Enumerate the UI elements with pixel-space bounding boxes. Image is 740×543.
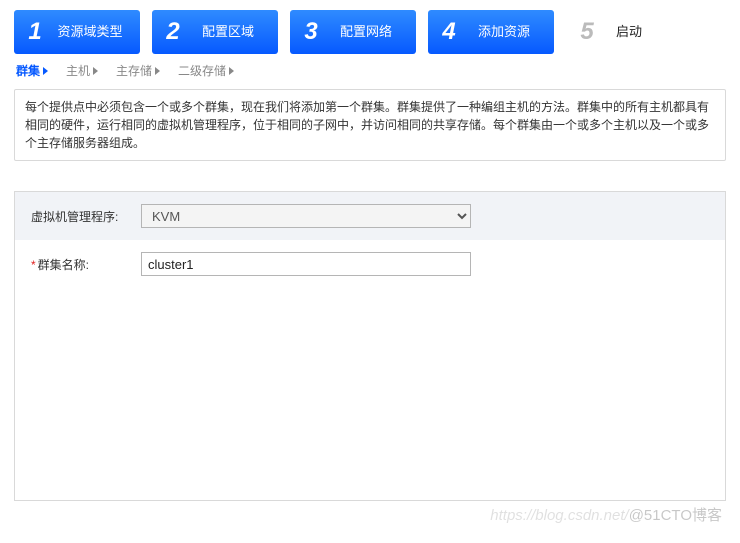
subtab-label: 主存储 [116, 62, 152, 79]
step-number: 5 [572, 18, 602, 46]
step-number: 1 [20, 18, 50, 46]
step-label: 配置区域 [188, 25, 268, 40]
label-text: 群集名称: [38, 258, 89, 272]
input-cluster-name[interactable] [141, 252, 471, 276]
subtab-cluster[interactable]: 群集 [16, 62, 48, 79]
step-add-resource[interactable]: 4 添加资源 [428, 10, 554, 54]
chevron-right-icon [93, 67, 98, 75]
subtab-label: 二级存储 [178, 62, 226, 79]
row-cluster-name: *群集名称: [15, 240, 725, 288]
cluster-form: 虚拟机管理程序: KVM *群集名称: [14, 191, 726, 501]
required-mark: * [31, 258, 36, 272]
step-label: 启动 [616, 25, 642, 40]
watermark: https://blog.csdn.net/@51CTO博客 [490, 504, 722, 525]
chevron-right-icon [43, 67, 48, 75]
subtab-host[interactable]: 主机 [66, 62, 98, 79]
step-number: 2 [158, 18, 188, 46]
info-description: 每个提供点中必须包含一个或多个群集，现在我们将添加第一个群集。群集提供了一种编组… [14, 89, 726, 161]
subtab-label: 主机 [66, 62, 90, 79]
row-hypervisor: 虚拟机管理程序: KVM [15, 192, 725, 240]
label-cluster-name: *群集名称: [31, 256, 141, 273]
step-label: 添加资源 [464, 25, 544, 40]
chevron-right-icon [155, 67, 160, 75]
step-configure-network[interactable]: 3 配置网络 [290, 10, 416, 54]
subtab-primary-storage[interactable]: 主存储 [116, 62, 160, 79]
subtab-label: 群集 [16, 62, 40, 79]
watermark-brand: @51CTO博客 [629, 507, 722, 524]
label-hypervisor: 虚拟机管理程序: [31, 208, 141, 225]
step-configure-zone[interactable]: 2 配置区域 [152, 10, 278, 54]
chevron-right-icon [229, 67, 234, 75]
subtabs: 群集 主机 主存储 二级存储 [14, 62, 726, 79]
step-label: 配置网络 [326, 25, 406, 40]
step-number: 4 [434, 18, 464, 46]
watermark-url: https://blog.csdn.net/ [490, 507, 628, 524]
step-launch-disabled: 5 启动 [566, 10, 652, 54]
step-label: 资源域类型 [50, 25, 130, 40]
subtab-secondary-storage[interactable]: 二级存储 [178, 62, 234, 79]
step-resource-domain-type[interactable]: 1 资源域类型 [14, 10, 140, 54]
step-number: 3 [296, 18, 326, 46]
wizard-steps: 1 资源域类型 2 配置区域 3 配置网络 4 添加资源 5 启动 [14, 10, 726, 54]
select-hypervisor[interactable]: KVM [141, 204, 471, 228]
